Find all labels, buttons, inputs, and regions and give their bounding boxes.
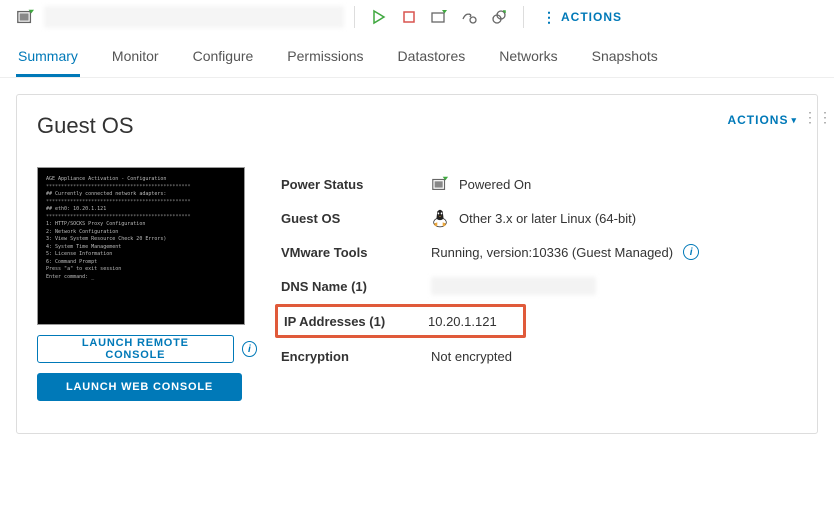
tab-label: Summary xyxy=(18,48,78,64)
tab-label: Datastores xyxy=(398,48,466,64)
label-encryption: Encryption xyxy=(281,349,431,364)
menu-dots-icon: ⋮ xyxy=(542,12,557,22)
title-bar: ⋮ ACTIONS xyxy=(0,0,834,34)
console-line: ****************************************… xyxy=(46,184,236,192)
console-line: Press "a" to exit session xyxy=(46,266,236,274)
console-line: ## eth0: 10.20.1.121 xyxy=(46,206,236,214)
launch-remote-console-button[interactable]: LAUNCH REMOTE CONSOLE xyxy=(37,335,234,363)
tab-snapshots[interactable]: Snapshots xyxy=(590,42,660,77)
console-line: 4: System Time Management xyxy=(46,244,236,252)
console-line: 2: Network Configuration xyxy=(46,229,236,237)
tab-configure[interactable]: Configure xyxy=(191,42,256,77)
console-line: AGE Appliance Activation - Configuration xyxy=(46,176,236,184)
value-guest-os: Other 3.x or later Linux (64-bit) xyxy=(459,211,636,226)
info-icon[interactable]: i xyxy=(683,244,699,260)
panel-actions-label: ACTIONS xyxy=(727,113,788,127)
launch-web-console-button[interactable]: LAUNCH WEB CONSOLE xyxy=(37,373,242,401)
tab-datastores[interactable]: Datastores xyxy=(396,42,468,77)
tab-monitor[interactable]: Monitor xyxy=(110,42,161,77)
console-thumbnail[interactable]: AGE Appliance Activation - Configuration… xyxy=(37,167,245,325)
console-line: 3: View System Resource Check 20 Errors) xyxy=(46,236,236,244)
tab-label: Configure xyxy=(193,48,254,64)
row-dns-name: DNS Name (1) xyxy=(281,269,797,303)
properties-list: Power Status Powered On Guest OS Other 3… xyxy=(281,167,797,401)
toolbar-actions xyxy=(365,9,513,25)
row-guest-os: Guest OS Other 3.x or later Linux (64-bi… xyxy=(281,201,797,235)
power-on-icon[interactable] xyxy=(371,9,387,25)
console-line: ****************************************… xyxy=(46,199,236,207)
value-encryption: Not encrypted xyxy=(431,349,512,364)
power-off-icon[interactable] xyxy=(401,9,417,25)
row-power-status: Power Status Powered On xyxy=(281,167,797,201)
label-ip-addresses: IP Addresses (1) xyxy=(284,314,428,329)
row-vmware-tools: VMware Tools Running, version:10336 (Gue… xyxy=(281,235,797,269)
console-line: Enter command: _ xyxy=(46,274,236,282)
label-guest-os: Guest OS xyxy=(281,211,431,226)
tab-summary[interactable]: Summary xyxy=(16,42,80,77)
guest-os-panel: ⋮⋮ Guest OS ACTIONS ▾ AGE Appliance Acti… xyxy=(16,94,818,434)
migrate-icon[interactable] xyxy=(461,9,477,25)
console-line: ****************************************… xyxy=(46,214,236,222)
vm-name-redacted xyxy=(44,6,344,28)
drag-handle-icon[interactable]: ⋮⋮ xyxy=(803,109,833,126)
label-power-status: Power Status xyxy=(281,177,431,192)
tab-label: Networks xyxy=(499,48,557,64)
row-encryption: Encryption Not encrypted xyxy=(281,339,797,373)
row-ip-addresses: IP Addresses (1) 10.20.1.121 xyxy=(275,304,526,338)
label-vmware-tools: VMware Tools xyxy=(281,245,431,260)
console-line: 6: Command Prompt xyxy=(46,259,236,267)
button-label: LAUNCH REMOTE CONSOLE xyxy=(52,337,219,361)
console-line: 5: License Information xyxy=(46,251,236,259)
button-label: LAUNCH WEB CONSOLE xyxy=(66,381,213,393)
divider xyxy=(354,6,355,28)
value-vmware-tools: Running, version:10336 (Guest Managed) xyxy=(431,245,673,260)
snapshot-icon[interactable] xyxy=(491,9,507,25)
tab-networks[interactable]: Networks xyxy=(497,42,559,77)
header-actions-menu[interactable]: ⋮ ACTIONS xyxy=(534,10,622,24)
tab-label: Snapshots xyxy=(592,48,658,64)
powered-on-icon xyxy=(431,175,449,193)
launch-console-icon[interactable] xyxy=(431,9,447,25)
label-dns-name: DNS Name (1) xyxy=(281,279,431,294)
linux-icon xyxy=(431,208,449,228)
value-power-status: Powered On xyxy=(459,177,531,192)
vm-icon xyxy=(16,8,34,26)
tab-label: Monitor xyxy=(112,48,159,64)
value-ip-addresses: 10.20.1.121 xyxy=(428,314,497,329)
tab-bar: Summary Monitor Configure Permissions Da… xyxy=(0,34,834,78)
console-line: ## Currently connected network adapters: xyxy=(46,191,236,199)
console-line: 1: HTTP/SOCKS Proxy Configuration xyxy=(46,221,236,229)
chevron-down-icon: ▾ xyxy=(791,115,797,126)
info-icon[interactable]: i xyxy=(242,341,257,357)
tab-label: Permissions xyxy=(287,48,363,64)
divider xyxy=(523,6,524,28)
tab-permissions[interactable]: Permissions xyxy=(285,42,365,77)
header-actions-label: ACTIONS xyxy=(561,10,622,24)
panel-actions-menu[interactable]: ACTIONS ▾ xyxy=(727,113,797,127)
value-dns-redacted xyxy=(431,277,596,295)
panel-title: Guest OS xyxy=(37,113,134,139)
